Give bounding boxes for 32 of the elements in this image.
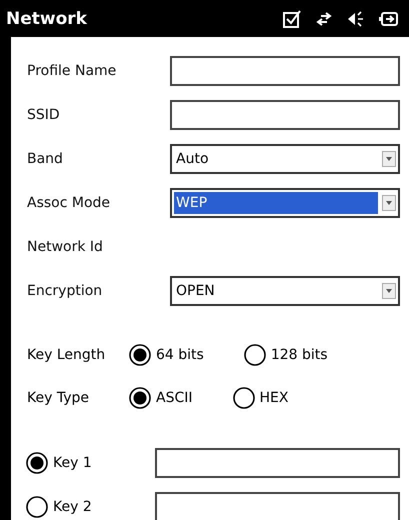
radio-option[interactable]: 128 bits (244, 344, 328, 366)
checkbox-icon[interactable] (283, 10, 301, 28)
field-label: Encryption (27, 283, 104, 299)
radio-button[interactable] (26, 452, 48, 474)
battery-icon[interactable] (379, 10, 399, 28)
window-title: Network (6, 8, 88, 28)
field-label: Key Type (27, 390, 90, 406)
field-label: SSID (27, 107, 61, 123)
field-label: Network Id (27, 239, 104, 255)
speaker-icon[interactable] (347, 10, 365, 28)
field-label: Profile Name (27, 63, 118, 79)
radio-option[interactable]: Key 2 (26, 496, 92, 518)
input-field[interactable] (170, 100, 400, 130)
input-field[interactable] (170, 56, 400, 86)
field-label: Key Length (27, 346, 106, 362)
radio-button[interactable] (26, 496, 48, 518)
field-label: Assoc Mode (27, 195, 112, 211)
input-field[interactable] (155, 492, 400, 520)
radio-option[interactable]: ASCII (129, 386, 192, 408)
radio-button[interactable] (129, 386, 151, 408)
input-field[interactable] (155, 448, 400, 478)
radio-button[interactable] (244, 344, 266, 366)
radio-button[interactable] (232, 386, 254, 408)
radio-option[interactable]: HEX (232, 386, 288, 408)
radio-button[interactable] (129, 344, 151, 366)
dropdown[interactable]: OPEN (170, 276, 400, 306)
radio-option[interactable]: Key 1 (26, 452, 92, 474)
radio-option[interactable]: 64 bits (129, 344, 204, 366)
connection-arrows-icon[interactable] (315, 10, 333, 28)
field-label: Band (27, 151, 64, 167)
dropdown[interactable]: Auto (170, 144, 400, 174)
dropdown[interactable]: WEP (170, 188, 400, 218)
